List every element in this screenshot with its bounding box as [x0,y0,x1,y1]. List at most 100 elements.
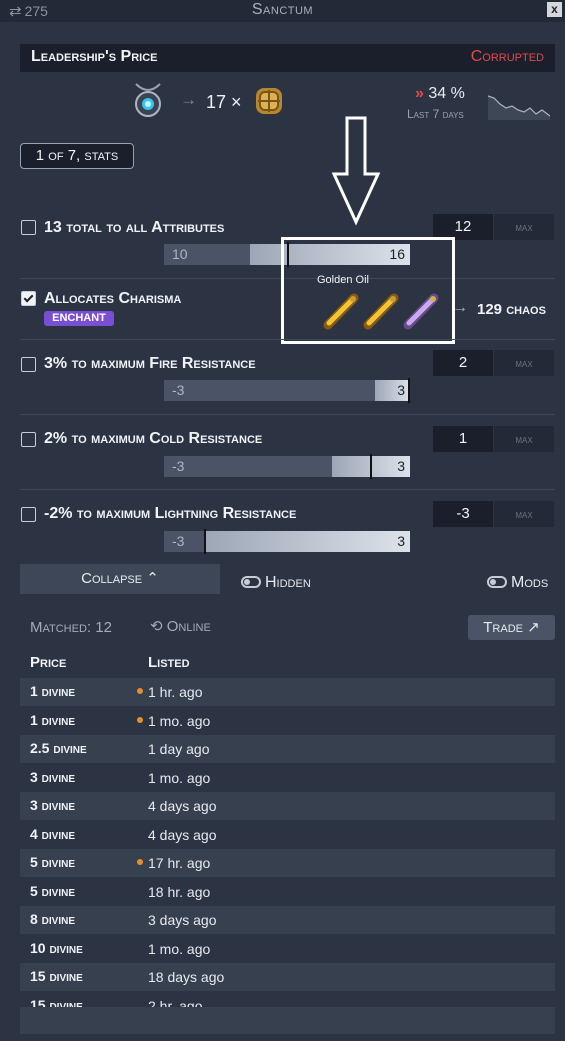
collapse-button[interactable]: Collapse ⌃ [20,564,220,594]
listing-time: 1 mo. ago [148,940,211,957]
range-handle[interactable] [204,529,206,554]
trend-down-icon: » [415,85,424,102]
stat-min-input[interactable]: 2 [433,350,493,376]
online-filter[interactable]: ⟲ Online [150,617,211,635]
table-row[interactable]: 3 divine 4 days ago [20,791,555,820]
stats-filter-badge[interactable]: 1 of 7, stats [20,143,134,169]
stat-range-slider[interactable]: -3 3 [164,529,410,554]
trade-button[interactable]: Trade ↗ [468,615,555,640]
price-trend: » 34 % Last 7 days [407,85,465,121]
listing-time: 4 days ago [148,798,217,814]
range-high: 3 [397,382,405,398]
stat-label: -2% to maximum Lightning Resistance [44,505,297,522]
history-icon: ⟲ [150,618,163,635]
divider [20,339,555,340]
table-row[interactable]: 1 divine 1 hr. ago [20,677,555,706]
table-row[interactable]: 2.5 divine 1 day ago [20,734,555,763]
stat-max-input[interactable]: max [494,350,554,376]
listing-price: 1 divine [30,711,76,728]
range-high: 3 [397,458,405,474]
title-bar: ⇄ 275 Sanctum x [0,0,565,22]
listing-price: 5 divine [30,882,76,899]
oil-label: Golden Oil [317,274,369,286]
listing-time: 1 mo. ago [148,712,211,729]
listing-time: 4 days ago [148,826,217,843]
listing-time: 18 days ago [148,969,225,985]
range-high: 3 [397,533,405,549]
listing-time: 17 hr. ago [148,855,211,871]
range-low: -3 [172,533,185,549]
stat-max-input[interactable]: max [494,214,554,240]
arrow-right-icon: → [452,299,468,316]
table-row[interactable]: 8 divine 3 days ago [20,905,555,934]
golden-oil-highlight: Golden Oil [281,237,455,344]
external-link-icon: ↗ [527,619,540,636]
table-row[interactable]: 5 divine 18 hr. ago [20,876,555,905]
listing-price: 8 divine [30,911,76,927]
currency-icon [256,88,282,114]
table-row[interactable]: 4 divine 4 days ago [20,819,555,848]
listing-price: 5 divine [30,854,76,870]
hidden-toggle[interactable] [241,576,261,588]
range-low: -3 [172,382,185,398]
listings-table: 1 divine 1 hr. ago 1 divine 1 mo. ago 2.5 di… [20,677,555,1019]
stat-min-input[interactable]: -3 [433,501,493,527]
hidden-label: Hidden [265,574,311,591]
listing-price: 1 divine [30,683,76,699]
listing-price: 3 divine [30,797,76,813]
range-handle[interactable] [408,378,410,403]
table-row[interactable]: 10 divine 1 mo. ago [20,933,555,962]
price-row: → 17 × » 34 % Last 7 days [0,80,565,124]
matched-count: Matched: 12 [30,619,112,636]
online-status-dot [137,716,143,723]
table-row[interactable]: 15 divine 18 days ago [20,962,555,991]
listing-time: 1 day ago [148,741,210,757]
stat-checkbox[interactable] [21,220,36,235]
table-row[interactable]: 3 divine 1 mo. ago [20,762,555,791]
listing-time: 18 hr. ago [148,883,211,900]
table-row[interactable]: 1 divine 1 mo. ago [20,705,555,734]
listing-time: 3 days ago [148,912,217,928]
stat-row-fire-res: 3% to maximum Fire Resistance 2 max -3 3 [0,348,565,414]
online-status-dot [137,688,143,694]
listing-price: 4 divine [30,825,76,842]
listing-time: 1 hr. ago [148,684,203,700]
table-row[interactable]: 5 divine 17 hr. ago [20,848,555,877]
stat-range-slider[interactable]: -3 3 [164,378,410,403]
stat-checkbox-checked[interactable] [21,291,36,306]
stat-label: Allocates Charisma [44,290,182,307]
stat-range-slider[interactable]: -3 3 [164,454,410,479]
trend-period: Last 7 days [407,107,464,121]
window-title: Sanctum [251,1,314,18]
golden-oil-icon [323,293,359,330]
stat-min-input[interactable]: 1 [433,426,493,452]
trend-sparkline [488,95,550,120]
stat-max-input[interactable]: max [494,501,554,527]
stat-checkbox[interactable] [21,432,36,447]
stat-max-input[interactable]: max [494,426,554,452]
prismatic-oil-icon [403,293,439,330]
arrow-right-icon: → [180,90,197,109]
range-low: -3 [172,458,185,474]
chevron-up-icon: ⌃ [146,570,159,587]
stat-row-cold-res: 2% to maximum Cold Resistance 1 max -3 3 [0,423,565,489]
stat-checkbox[interactable] [21,357,36,372]
stat-checkbox[interactable] [21,507,36,522]
close-button[interactable]: x [547,2,562,17]
chaos-value: 129 chaos [477,301,546,318]
mods-toggle[interactable] [487,576,507,588]
stat-row-lightning-res: -2% to maximum Lightning Resistance -3 m… [0,498,565,564]
divider [20,489,555,490]
listing-price: 3 divine [30,768,76,785]
range-handle[interactable] [370,454,372,479]
mods-label: Mods [511,574,549,591]
stat-label: 2% to maximum Cold Resistance [44,430,263,447]
enchant-tag: ENCHANT [44,311,114,326]
item-header: Leadership's Price Corrupted [20,44,555,72]
stat-label: 3% to maximum Fire Resistance [44,355,256,372]
corrupted-badge: Corrupted [470,48,544,65]
column-header-price: Price [30,654,67,671]
listing-price: 2.5 divine [30,740,87,756]
listing-price: 15 divine [30,968,83,984]
price-amount: 17 × [206,92,242,112]
